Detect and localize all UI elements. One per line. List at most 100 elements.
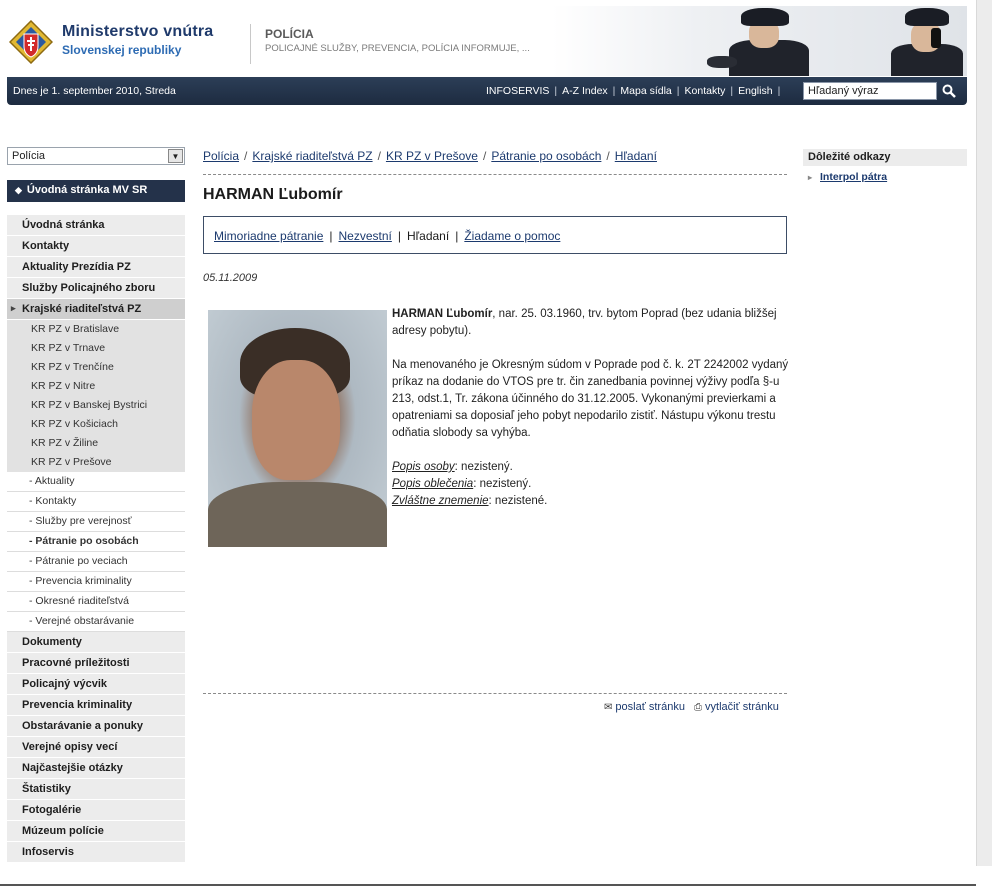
sidebar-item-galleries[interactable]: Fotogalérie xyxy=(7,800,185,821)
sidebar-item-crime-prevention[interactable]: Prevencia kriminality xyxy=(7,695,185,716)
post-date: 05.11.2009 xyxy=(203,272,258,284)
section-select[interactable]: Polícia ▼ xyxy=(7,147,185,165)
breadcrumb-wanted[interactable]: Hľadaní xyxy=(615,149,657,163)
sidebar-item-faq[interactable]: Najčastejšie otázky xyxy=(7,758,185,779)
detail-label: Popis oblečenia xyxy=(392,478,474,490)
search-input[interactable] xyxy=(803,82,937,100)
sidebar-item-documents[interactable]: Dokumenty xyxy=(7,632,185,653)
sidebar-item-statistics[interactable]: Štatistiky xyxy=(7,779,185,800)
sidebar-item-jobs[interactable]: Pracovné príležitosti xyxy=(7,653,185,674)
tab-missing[interactable]: Nezvestní xyxy=(339,229,392,243)
detail-value: : nezistený. xyxy=(473,478,532,490)
sidebar-item-contacts[interactable]: Kontakty xyxy=(7,236,185,257)
sidebar-sub-public-procurement[interactable]: - Verejné obstarávanie xyxy=(7,612,185,632)
separator: | xyxy=(329,229,333,243)
print-page-link[interactable]: vytlačiť stránku xyxy=(705,701,779,713)
site-header: Ministerstvo vnútra Slovenskej republiky… xyxy=(7,6,967,76)
detail-clothing-description: Popis oblečenia: nezistený. xyxy=(392,476,790,493)
sidebar-item-regional-directorates[interactable]: Krajské riaditeľstvá PZ xyxy=(7,299,185,320)
sidebar-sub-public-services[interactable]: - Služby pre verejnosť xyxy=(7,512,185,532)
detail-value: : nezistené. xyxy=(488,495,548,507)
photo-face xyxy=(252,360,340,480)
magnifier-icon xyxy=(942,84,956,98)
separator: | xyxy=(676,85,680,97)
detail-special-marks: Zvláštne znemenie: nezistené. xyxy=(392,493,790,510)
separator: | xyxy=(397,229,401,243)
sidebar-item-police-museum[interactable]: Múzeum polície xyxy=(7,821,185,842)
detail-label: Zvláštne znemenie xyxy=(392,495,489,507)
separator: / xyxy=(377,149,381,163)
sidebar-region-bratislava[interactable]: KR PZ v Bratislave xyxy=(7,320,185,339)
sidebar-region-presov[interactable]: KR PZ v Prešove xyxy=(7,453,185,472)
officer-photo-1 xyxy=(707,6,817,76)
separator: / xyxy=(482,149,487,163)
detail-person-description: Popis osoby: nezistený. xyxy=(392,459,790,476)
important-link-item: ▸ Interpol pátra xyxy=(808,171,887,183)
search-category-tabs: Mimoriadne pátranie | Nezvestní | Hľadaní | Ži… xyxy=(203,216,787,254)
sidebar-region-zilina[interactable]: KR PZ v Žiline xyxy=(7,434,185,453)
important-links-heading: Dôležité odkazy xyxy=(803,149,967,166)
sidebar-region-trnava[interactable]: KR PZ v Trnave xyxy=(7,339,185,358)
top-links: INFOSERVIS | A-Z Index | Mapa sídla | Kontakty… xyxy=(486,85,785,97)
nav-link-sitemap[interactable]: Mapa sídla xyxy=(620,85,671,97)
sidebar-region-banska-bystrica[interactable]: KR PZ v Banskej Bystrici xyxy=(7,396,185,415)
sidebar-region-trencin[interactable]: KR PZ v Trenčíne xyxy=(7,358,185,377)
mv-home-button[interactable]: ◆ Úvodná stránka MV SR xyxy=(7,180,185,202)
nav-link-contacts[interactable]: Kontakty xyxy=(685,85,726,97)
state-crest-icon[interactable] xyxy=(9,20,53,64)
breadcrumb-regional[interactable]: Krajské riaditeľstvá PZ xyxy=(252,149,372,163)
sidebar-sub-news[interactable]: - Aktuality xyxy=(7,472,185,492)
tab-wanted[interactable]: Hľadaní xyxy=(407,229,449,243)
breadcrumb-police[interactable]: Polícia xyxy=(203,149,239,163)
separator: | xyxy=(455,229,459,243)
sidebar-item-presidium-news[interactable]: Aktuality Prezídia PZ xyxy=(7,257,185,278)
divider xyxy=(203,693,787,694)
top-nav-bar: Dnes je 1. september 2010, Streda INFOSE… xyxy=(7,77,967,105)
page-actions: ✉ poslať stránku ⎙ vytlačiť stránku xyxy=(604,701,779,713)
separator: | xyxy=(554,85,558,97)
sidebar-sub-district-directorates[interactable]: - Okresné riaditeľstvá xyxy=(7,592,185,612)
intro-paragraph: HARMAN Ľubomír, nar. 25. 03.1960, trv. b… xyxy=(392,306,790,340)
sidebar-item-home[interactable]: Úvodná stránka xyxy=(7,215,185,236)
detail-label: Popis osoby xyxy=(392,461,455,473)
sidebar-item-police-services[interactable]: Služby Policajného zboru xyxy=(7,278,185,299)
section-subtitle: POLICAJNÉ SLUŽBY, PREVENCIA, POLÍCIA INF… xyxy=(265,43,530,54)
sidebar-item-police-training[interactable]: Policajný výcvik xyxy=(7,674,185,695)
envelope-icon: ✉ xyxy=(604,702,613,713)
sidebar-menu: Úvodná stránka Kontakty Aktuality Prezíd… xyxy=(7,215,185,863)
tab-extraordinary-search[interactable]: Mimoriadne pátranie xyxy=(214,229,323,243)
photo-sweater xyxy=(208,482,387,547)
sidebar-region-kosice[interactable]: KR PZ v Košiciach xyxy=(7,415,185,434)
bullet-icon: ◆ xyxy=(15,185,22,195)
breadcrumb-person-search[interactable]: Pátranie po osobách xyxy=(491,149,601,163)
sidebar-item-procurement-offers[interactable]: Obstarávanie a ponuky xyxy=(7,716,185,737)
page-scrollbar[interactable] xyxy=(976,0,992,866)
current-date: Dnes je 1. september 2010, Streda xyxy=(13,85,176,97)
divider xyxy=(203,174,787,175)
arrow-right-icon: ▸ xyxy=(808,173,813,182)
send-page-link[interactable]: poslať stránku xyxy=(615,701,685,713)
breadcrumb: Polícia / Krajské riaditeľstvá PZ / KR PZ v … xyxy=(203,149,657,163)
nav-link-az-index[interactable]: A-Z Index xyxy=(562,85,608,97)
person-description: HARMAN Ľubomír, nar. 25. 03.1960, trv. b… xyxy=(392,306,790,510)
ministry-subname[interactable]: Slovenskej republiky xyxy=(62,43,181,57)
sidebar-region-nitra[interactable]: KR PZ v Nitre xyxy=(7,377,185,396)
section-title: POLÍCIA xyxy=(265,27,314,41)
nav-link-infoservis[interactable]: INFOSERVIS xyxy=(486,85,549,97)
sidebar-sub-person-search[interactable]: - Pátranie po osobách xyxy=(7,532,185,552)
tab-asking-for-help[interactable]: Žiadame o pomoc xyxy=(464,229,560,243)
sidebar-item-infoservis[interactable]: Infoservis xyxy=(7,842,185,863)
chevron-down-icon[interactable]: ▼ xyxy=(168,149,183,163)
page-title: HARMAN Ľubomír xyxy=(203,186,343,203)
breadcrumb-presov[interactable]: KR PZ v Prešove xyxy=(386,149,478,163)
sidebar-sub-crime-prevention[interactable]: - Prevencia kriminality xyxy=(7,572,185,592)
mv-home-label: Úvodná stránka MV SR xyxy=(26,184,148,196)
nav-link-english[interactable]: English xyxy=(738,85,772,97)
ministry-name[interactable]: Ministerstvo vnútra xyxy=(62,23,213,41)
header-divider xyxy=(250,24,251,64)
search-button[interactable] xyxy=(938,81,960,101)
sidebar-sub-item-search[interactable]: - Pátranie po veciach xyxy=(7,552,185,572)
interpol-link[interactable]: Interpol pátra xyxy=(820,171,887,183)
sidebar-item-public-descriptions[interactable]: Verejné opisy vecí xyxy=(7,737,185,758)
sidebar-sub-contacts[interactable]: - Kontakty xyxy=(7,492,185,512)
